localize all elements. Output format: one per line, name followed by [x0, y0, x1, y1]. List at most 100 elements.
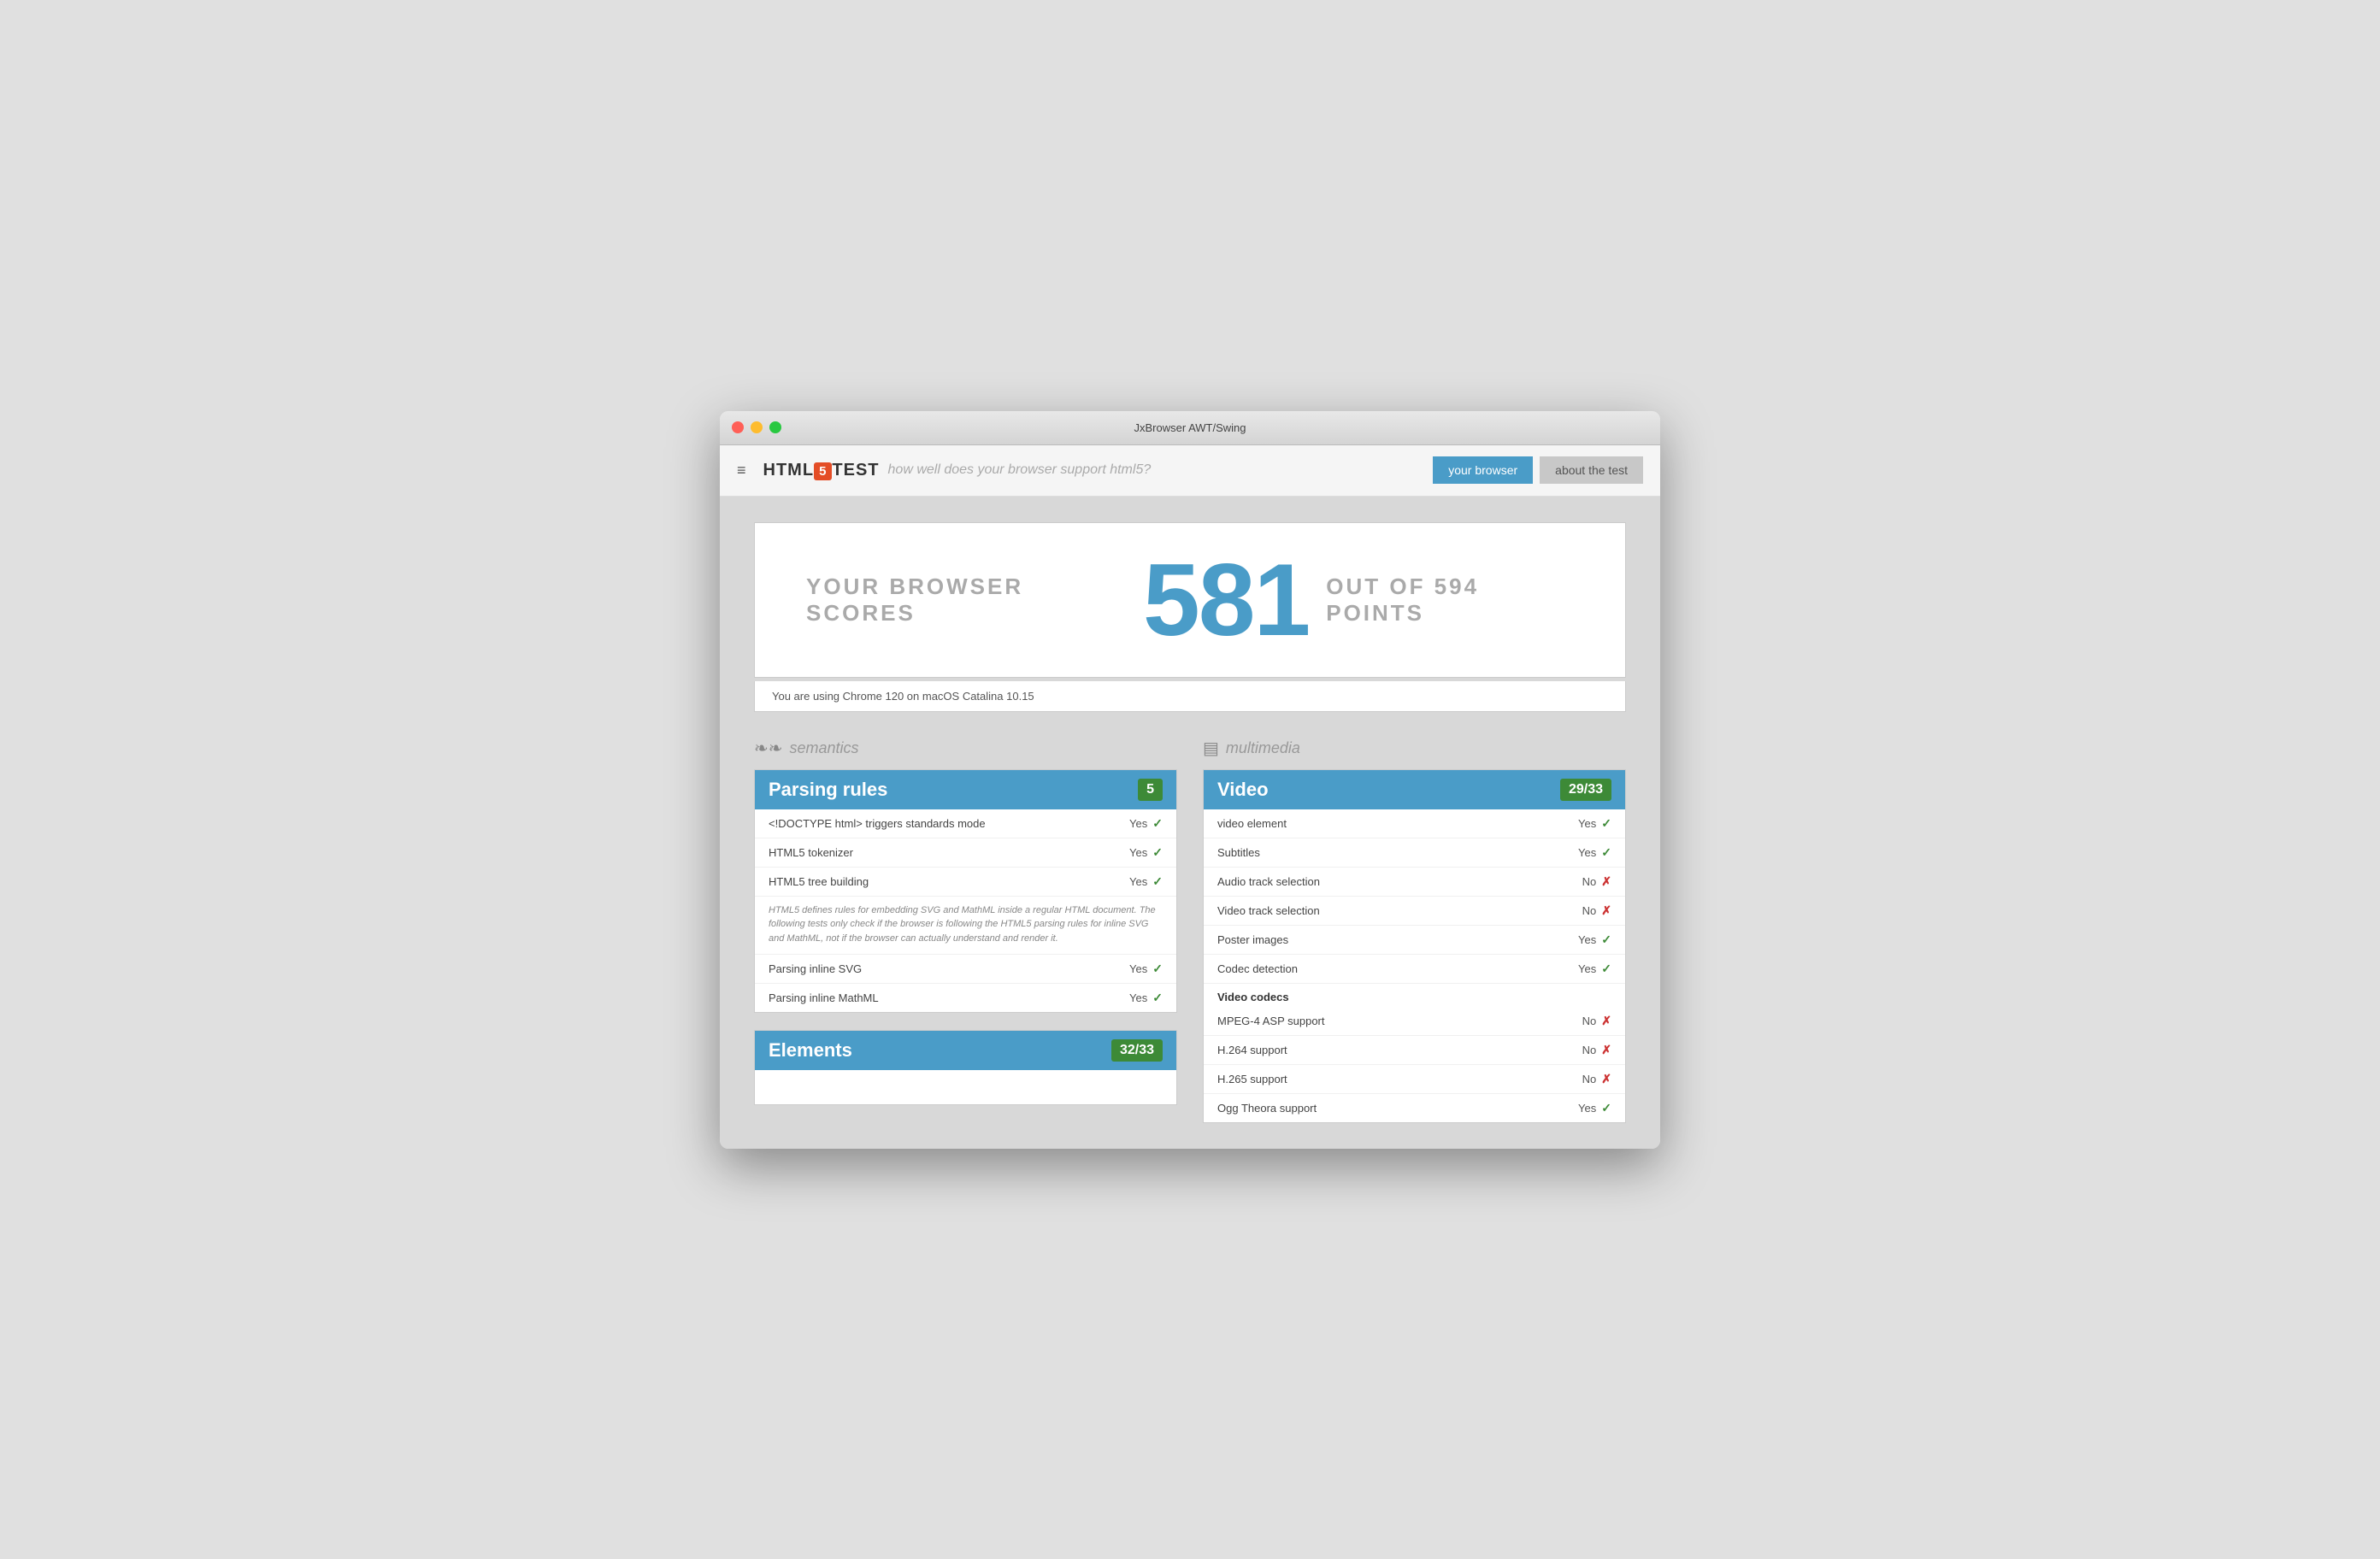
elements-score: 32/33	[1111, 1039, 1163, 1062]
test-name: Audio track selection	[1217, 875, 1320, 888]
test-name: HTML5 tree building	[769, 875, 869, 888]
test-result: Yes ✓	[1578, 816, 1611, 831]
result-text: Yes	[1129, 962, 1147, 975]
html5-badge: 5	[814, 462, 832, 480]
close-button[interactable]	[732, 421, 744, 433]
test-row: Parsing inline SVG Yes ✓	[755, 955, 1176, 984]
test-row: Poster images Yes ✓	[1204, 926, 1625, 955]
video-codecs-header: Video codecs	[1204, 984, 1625, 1007]
test-row: video element Yes ✓	[1204, 809, 1625, 838]
brand: HTML5TEST how well does your browser sup…	[763, 461, 1152, 480]
result-text: Yes	[1129, 875, 1147, 888]
result-text: Yes	[1578, 1102, 1596, 1115]
test-row: H.264 support No ✗	[1204, 1036, 1625, 1065]
video-header: Video 29/33	[1204, 770, 1625, 809]
test-name: Ogg Theora support	[1217, 1102, 1317, 1115]
test-name: Poster images	[1217, 933, 1288, 946]
test-result: Yes ✓	[1578, 1101, 1611, 1115]
brand-subtitle: how well does your browser support html5…	[888, 462, 1152, 478]
titlebar: JxBrowser AWT/Swing	[720, 411, 1660, 445]
test-result: Yes ✓	[1129, 874, 1163, 889]
about-the-test-button[interactable]: about the test	[1540, 456, 1643, 484]
maximize-button[interactable]	[769, 421, 781, 433]
test-result: Yes ✓	[1578, 932, 1611, 947]
test-name: Parsing inline MathML	[769, 991, 879, 1004]
test-row: H.265 support No ✗	[1204, 1065, 1625, 1094]
minimize-button[interactable]	[751, 421, 763, 433]
browser-window: JxBrowser AWT/Swing ≡ HTML5TEST how well…	[720, 411, 1660, 1149]
parsing-rules-category: Parsing rules 5 <!DOCTYPE html> triggers…	[754, 769, 1177, 1014]
cross-icon: ✗	[1601, 1014, 1611, 1028]
test-name: <!DOCTYPE html> triggers standards mode	[769, 817, 986, 830]
your-browser-button[interactable]: your browser	[1433, 456, 1533, 484]
hamburger-icon[interactable]: ≡	[737, 462, 746, 479]
test-result: Yes ✓	[1578, 962, 1611, 976]
traffic-lights	[732, 421, 781, 433]
result-text: Yes	[1578, 846, 1596, 859]
test-row: <!DOCTYPE html> triggers standards mode …	[755, 809, 1176, 838]
result-text: No	[1582, 1015, 1597, 1027]
score-label-before: YOUR BROWSER SCORES	[806, 574, 1126, 627]
test-name: Parsing inline SVG	[769, 962, 862, 975]
test-name: H.265 support	[1217, 1073, 1287, 1085]
test-name: MPEG-4 ASP support	[1217, 1015, 1325, 1027]
video-score: 29/33	[1560, 779, 1611, 801]
check-icon: ✓	[1601, 816, 1611, 831]
semantics-section: ❧❧ semantics Parsing rules 5 <!DOCTYPE h…	[754, 738, 1177, 1123]
score-label-after: OUT OF 594 POINTS	[1326, 574, 1574, 627]
test-result: Yes ✓	[1578, 845, 1611, 860]
cross-icon: ✗	[1601, 1072, 1611, 1086]
check-icon: ✓	[1152, 991, 1163, 1005]
result-text: No	[1582, 904, 1597, 917]
check-icon: ✓	[1152, 845, 1163, 860]
multimedia-icon: ▤	[1203, 738, 1219, 759]
elements-category: Elements 32/33	[754, 1030, 1177, 1105]
check-icon: ✓	[1601, 845, 1611, 860]
test-result: Yes ✓	[1129, 816, 1163, 831]
test-row: Video track selection No ✗	[1204, 897, 1625, 926]
sections-grid: ❧❧ semantics Parsing rules 5 <!DOCTYPE h…	[754, 738, 1626, 1123]
parsing-rules-title: Parsing rules	[769, 779, 887, 801]
navbar: ≡ HTML5TEST how well does your browser s…	[720, 445, 1660, 497]
check-icon: ✓	[1601, 932, 1611, 947]
elements-body	[755, 1070, 1176, 1104]
parsing-rules-body: <!DOCTYPE html> triggers standards mode …	[755, 809, 1176, 1013]
score-number: 581	[1143, 549, 1309, 651]
test-result: No ✗	[1582, 1014, 1611, 1028]
video-title: Video	[1217, 779, 1269, 801]
video-category: Video 29/33 video element Yes ✓ Subti	[1203, 769, 1626, 1123]
video-body: video element Yes ✓ Subtitles Yes ✓	[1204, 809, 1625, 1122]
browser-info: You are using Chrome 120 on macOS Catali…	[754, 681, 1626, 712]
cross-icon: ✗	[1601, 903, 1611, 918]
test-name: HTML5 tokenizer	[769, 846, 853, 859]
result-text: Yes	[1129, 991, 1147, 1004]
test-note: HTML5 defines rules for embedding SVG an…	[755, 897, 1176, 956]
semantics-label: semantics	[790, 739, 859, 757]
window-title: JxBrowser AWT/Swing	[1134, 421, 1246, 434]
result-text: Yes	[1129, 817, 1147, 830]
check-icon: ✓	[1601, 1101, 1611, 1115]
result-text: Yes	[1578, 817, 1596, 830]
check-icon: ✓	[1152, 962, 1163, 976]
score-card: YOUR BROWSER SCORES 581 OUT OF 594 POINT…	[754, 522, 1626, 678]
result-text: Yes	[1129, 846, 1147, 859]
test-name: Video track selection	[1217, 904, 1320, 917]
test-name: video element	[1217, 817, 1287, 830]
cross-icon: ✗	[1601, 1043, 1611, 1057]
result-text: No	[1582, 1073, 1597, 1085]
test-result: No ✗	[1582, 1043, 1611, 1057]
test-result: Yes ✓	[1129, 845, 1163, 860]
test-row: Parsing inline MathML Yes ✓	[755, 984, 1176, 1012]
check-icon: ✓	[1152, 874, 1163, 889]
test-row: HTML5 tree building Yes ✓	[755, 868, 1176, 897]
result-text: No	[1582, 875, 1597, 888]
cross-icon: ✗	[1601, 874, 1611, 889]
test-row: Subtitles Yes ✓	[1204, 838, 1625, 868]
test-name: Subtitles	[1217, 846, 1260, 859]
test-name: Codec detection	[1217, 962, 1298, 975]
result-text: Yes	[1578, 933, 1596, 946]
navbar-buttons: your browser about the test	[1433, 456, 1643, 484]
test-result: No ✗	[1582, 903, 1611, 918]
test-result: Yes ✓	[1129, 962, 1163, 976]
test-result: No ✗	[1582, 874, 1611, 889]
